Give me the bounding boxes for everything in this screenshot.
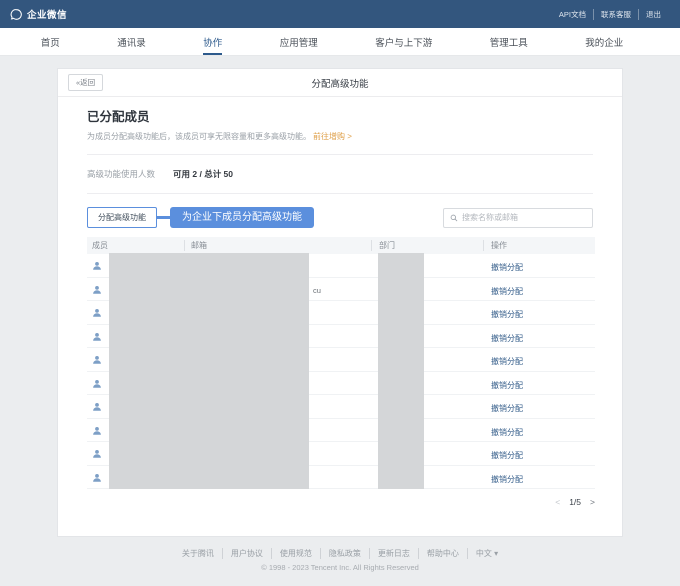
copyright: © 1998 - 2023 Tencent Inc. All Rights Re…: [0, 563, 680, 572]
topbar-links: API文档联系客服退出: [552, 9, 668, 20]
column-header-member: 成员: [92, 237, 108, 254]
section-title: 已分配成员: [87, 106, 593, 125]
member-avatar-icon: [92, 308, 102, 318]
back-button[interactable]: «返回: [68, 74, 103, 91]
nav-item[interactable]: 通讯录: [117, 28, 146, 55]
column-divider: [184, 240, 185, 251]
member-avatar-icon: [92, 402, 102, 412]
nav-item[interactable]: 应用管理: [280, 28, 318, 55]
member-avatar-icon: [92, 355, 102, 365]
revoke-assignment-link[interactable]: 撤销分配: [491, 380, 523, 391]
nav-item[interactable]: 我的企业: [585, 28, 623, 55]
revoke-assignment-link[interactable]: 撤销分配: [491, 262, 523, 273]
table-body: 撤销分配 cu 撤销分配: [87, 254, 595, 489]
table-header: 成员 邮箱 部门 操作: [87, 237, 595, 254]
search-icon: [450, 214, 458, 222]
nav-item[interactable]: 客户与上下游: [375, 28, 432, 55]
footer-link[interactable]: 用户协议: [222, 548, 271, 559]
redaction-overlay-department: [378, 253, 424, 489]
revoke-assignment-link[interactable]: 撤销分配: [491, 450, 523, 461]
nav-item[interactable]: 协作: [203, 28, 222, 55]
description-text: 为成员分配高级功能后，该成员可享无限容量和更多高级功能。: [87, 132, 311, 141]
chat-bubble-icon: [10, 8, 23, 21]
revoke-assignment-link[interactable]: 撤销分配: [491, 356, 523, 367]
footer-link[interactable]: 帮助中心: [418, 548, 467, 559]
logo-text: 企业微信: [27, 7, 67, 21]
footer-link[interactable]: 使用规范: [271, 548, 320, 559]
member-avatar-icon: [92, 379, 102, 389]
member-avatar-icon: [92, 426, 102, 436]
member-avatar-icon: [92, 449, 102, 459]
card-body: 已分配成员 为成员分配高级功能后，该成员可享无限容量和更多高级功能。前往增购 >…: [58, 106, 622, 507]
assign-premium-button[interactable]: 分配高级功能: [87, 207, 157, 228]
nav-item[interactable]: 首页: [41, 28, 60, 55]
usage-label: 高级功能使用人数: [87, 168, 155, 180]
search-input[interactable]: [462, 213, 586, 222]
purchase-link[interactable]: 前往增购 >: [313, 132, 352, 141]
toolbar: 分配高级功能 为企业下成员分配高级功能: [87, 207, 593, 228]
nav-item[interactable]: 管理工具: [490, 28, 528, 55]
redaction-overlay-member-email: [109, 253, 309, 489]
footer: 关于腾讯用户协议使用规范隐私政策更新日志帮助中心 中文 ▾ © 1998 - 2…: [0, 548, 680, 572]
member-avatar-icon: [92, 473, 102, 483]
email-text: cu: [313, 286, 321, 295]
members-table: 成员 邮箱 部门 操作 撤销分: [87, 237, 595, 489]
screen: 企业微信 API文档联系客服退出 首页 通讯录 协作 应用管理 客户与上下游 管理工具 我的…: [0, 0, 680, 586]
topbar: 企业微信 API文档联系客服退出: [0, 0, 680, 28]
topbar-link[interactable]: 退出: [638, 9, 668, 20]
page-title: 分配高级功能: [58, 76, 622, 90]
pagination: < 1/5 >: [87, 497, 595, 507]
section-description: 为成员分配高级功能后，该成员可享无限容量和更多高级功能。前往增购 >: [87, 131, 593, 142]
footer-link[interactable]: 更新日志: [369, 548, 418, 559]
revoke-assignment-link[interactable]: 撤销分配: [491, 286, 523, 297]
member-avatar-icon: [92, 332, 102, 342]
column-header-email: 邮箱: [191, 237, 207, 254]
column-header-actions: 操作: [491, 237, 507, 254]
footer-links: 关于腾讯用户协议使用规范隐私政策更新日志帮助中心 中文 ▾: [0, 548, 680, 559]
member-avatar-icon: [92, 285, 102, 295]
revoke-assignment-link[interactable]: 撤销分配: [491, 474, 523, 485]
annotation-tooltip: 为企业下成员分配高级功能: [170, 207, 314, 228]
revoke-assignment-link[interactable]: 撤销分配: [491, 309, 523, 320]
main-nav: 首页 通讯录 协作 应用管理 客户与上下游 管理工具 我的企业: [0, 28, 680, 56]
usage-value: 可用 2 / 总计 50: [173, 168, 233, 180]
language-selector[interactable]: 中文 ▾: [467, 548, 506, 559]
usage-stats-row: 高级功能使用人数 可用 2 / 总计 50: [87, 154, 593, 194]
topbar-link[interactable]: API文档: [552, 9, 593, 20]
wecom-logo[interactable]: 企业微信: [10, 7, 67, 21]
assigned-members-card: «返回 分配高级功能 已分配成员 为成员分配高级功能后，该成员可享无限容量和更多…: [57, 68, 623, 537]
topbar-link[interactable]: 联系客服: [593, 9, 638, 20]
column-header-department: 部门: [379, 237, 395, 254]
revoke-assignment-link[interactable]: 撤销分配: [491, 333, 523, 344]
column-divider: [371, 240, 372, 251]
footer-link[interactable]: 关于腾讯: [174, 548, 222, 559]
pagination-current: 1/5: [569, 497, 581, 507]
search-box: [443, 208, 593, 228]
member-avatar-icon: [92, 261, 102, 271]
footer-link[interactable]: 隐私政策: [320, 548, 369, 559]
card-titlebar: «返回 分配高级功能: [58, 69, 622, 97]
revoke-assignment-link[interactable]: 撤销分配: [491, 403, 523, 414]
revoke-assignment-link[interactable]: 撤销分配: [491, 427, 523, 438]
pagination-prev-icon[interactable]: <: [555, 497, 560, 507]
annotation-connector-line: [157, 216, 170, 219]
pagination-next-icon[interactable]: >: [590, 497, 595, 507]
column-divider: [483, 240, 484, 251]
